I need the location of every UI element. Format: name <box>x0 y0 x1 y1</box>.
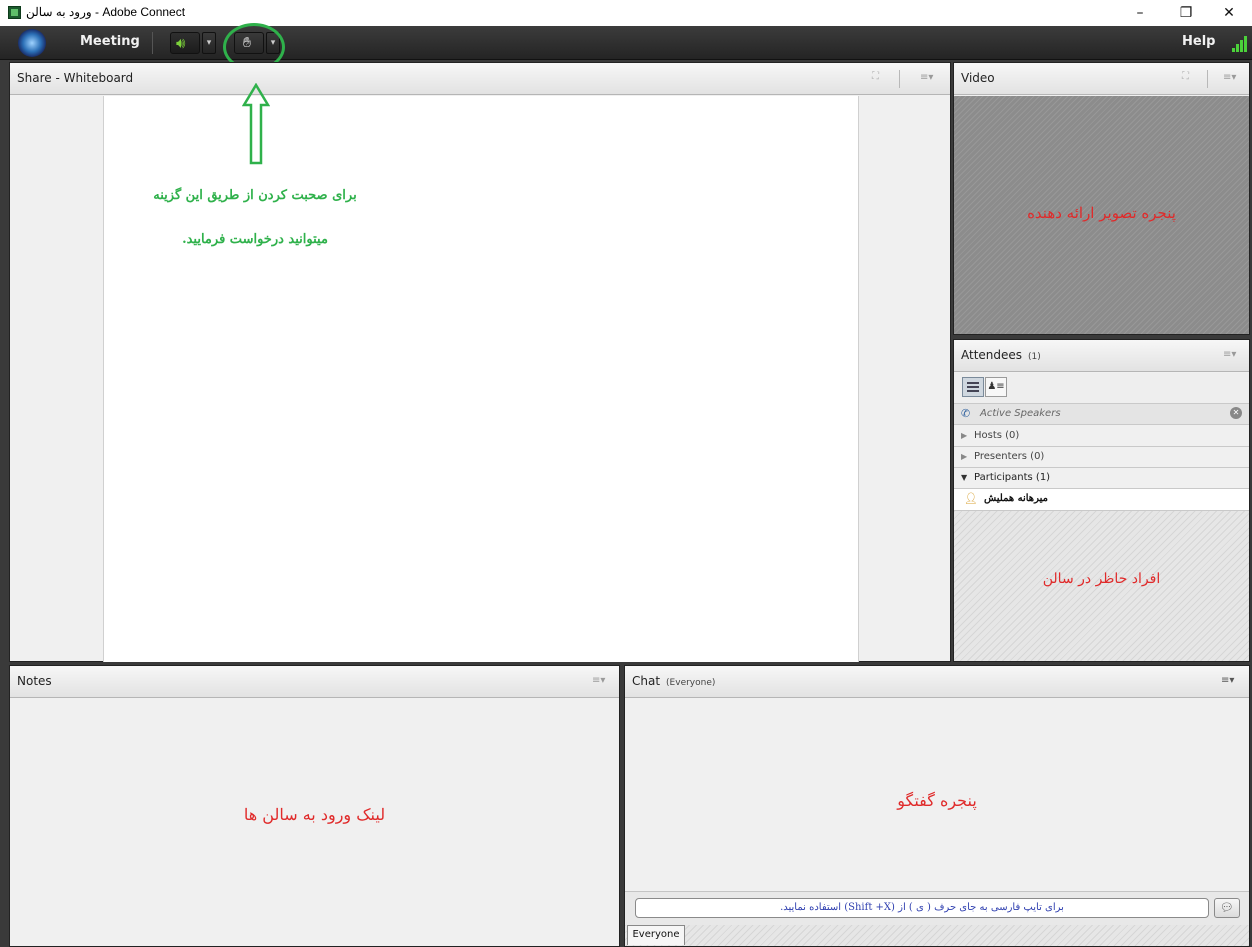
whiteboard-title: Share - Whiteboard <box>17 71 134 85</box>
chat-scope: (Everyone) <box>666 678 716 688</box>
attendees-pod: Attendees (1) ≡▾ ♟≡ ✆ Active Speakers ✕ ▶… <box>953 339 1250 662</box>
speaker-button[interactable]: 🔊︎ <box>170 32 200 54</box>
whiteboard-header: Share - Whiteboard ⛶ ≡▾ <box>10 63 950 95</box>
phone-icon: ✆ <box>961 407 971 420</box>
collapse-icon: ▼ <box>961 473 968 482</box>
hosts-label: Hosts (0) <box>974 430 1020 441</box>
expand-icon: ▶ <box>961 452 968 461</box>
participants-row[interactable]: ▼ Participants (1) <box>954 468 1249 489</box>
menu-bar: Meeting 🔊︎ ▾ ✋︎ ▾ Help <box>0 26 1252 60</box>
pod-options-icon[interactable]: ≡▾ <box>592 675 605 686</box>
notes-title: Notes <box>17 674 52 688</box>
chat-tabs-bar <box>625 925 1249 946</box>
participant-name: میرهانه هملیش <box>984 493 1048 504</box>
list-view-icon[interactable] <box>962 377 984 397</box>
chat-title-label: Chat <box>632 674 661 688</box>
menu-divider <box>152 32 153 54</box>
chat-header: Chat (Everyone) ≡▾ <box>625 666 1249 698</box>
pod-options-icon[interactable]: ≡▾ <box>1223 349 1236 360</box>
participants-label: Participants (1) <box>974 472 1051 483</box>
close-button[interactable]: ✕ <box>1206 2 1252 24</box>
chat-input[interactable]: برای تایپ فارسی به جای حرف ( ی ) از (Shi… <box>635 898 1209 918</box>
chat-title: Chat (Everyone) <box>632 674 715 688</box>
notes-header: Notes ≡▾ <box>10 666 619 698</box>
adobe-connect-logo <box>18 29 46 57</box>
presenters-label: Presenters (0) <box>974 451 1045 462</box>
video-header: Video ⛶ ≡▾ <box>954 63 1249 95</box>
attendee-view-icon[interactable]: ♟≡ <box>985 377 1007 397</box>
menu-help[interactable]: Help <box>1182 34 1215 49</box>
fullscreen-icon[interactable]: ⛶ <box>1182 71 1189 82</box>
chat-messages: پنجره گفتگو <box>625 699 1249 891</box>
attendees-annotation: افراد حاظر در سالن <box>1042 571 1161 587</box>
menu-meeting[interactable]: Meeting <box>80 34 140 49</box>
attendees-count: (1) <box>1028 352 1041 362</box>
whiteboard-annotation-line1: برای صحبت کردن از طریق این گزینه <box>153 188 357 203</box>
window-titlebar: ورود به سالن - Adobe Connect – ❐ ✕ <box>0 0 1252 26</box>
active-speakers-label: Active Speakers <box>980 408 1061 419</box>
whiteboard-annotation-line2: میتوانید درخواست فرمایید. <box>182 232 328 247</box>
speaker-icon: 🔊︎ <box>176 34 186 52</box>
speech-bubble-icon: 💬︎ <box>1220 901 1234 914</box>
video-annotation: پنجره تصویر ارائه دهنده <box>1027 204 1176 222</box>
notes-body[interactable]: لینک ورود به سالن ها <box>10 699 619 946</box>
pod-options-icon[interactable]: ≡▾ <box>1221 675 1234 686</box>
restore-button[interactable]: ❐ <box>1163 2 1209 24</box>
notes-annotation: لینک ورود به سالن ها <box>243 805 386 824</box>
header-divider <box>899 70 900 88</box>
speaker-dropdown-button[interactable]: ▾ <box>202 32 216 54</box>
active-speakers-row[interactable]: ✆ Active Speakers ✕ <box>954 404 1249 425</box>
chat-annotation: پنجره گفتگو <box>897 791 977 810</box>
fullscreen-icon[interactable]: ⛶ <box>872 71 879 82</box>
attendees-title: Attendees (1) <box>961 348 1041 362</box>
window-title: ورود به سالن - Adobe Connect <box>26 5 186 19</box>
participant-row[interactable]: 👤︎ میرهانه هملیش <box>954 489 1249 511</box>
header-divider <box>1207 70 1208 88</box>
whiteboard-canvas[interactable] <box>103 96 859 662</box>
chat-pod: Chat (Everyone) ≡▾ پنجره گفتگو برای تایپ … <box>624 665 1250 947</box>
tab-everyone[interactable]: Everyone <box>627 925 685 945</box>
video-pod: Video ⛶ ≡▾ پنجره تصویر ارائه دهنده <box>953 62 1250 335</box>
annotation-up-arrow-icon <box>242 83 270 165</box>
pod-options-icon[interactable]: ≡▾ <box>920 72 933 83</box>
minimize-button[interactable]: – <box>1117 2 1163 24</box>
pod-options-icon[interactable]: ≡▾ <box>1223 72 1236 83</box>
video-title: Video <box>961 71 995 85</box>
attendees-title-label: Attendees <box>961 348 1023 362</box>
video-area: پنجره تصویر ارائه دهنده <box>954 96 1249 334</box>
close-icon[interactable]: ✕ <box>1230 407 1242 419</box>
adobe-connect-icon <box>8 6 21 19</box>
hosts-row[interactable]: ▶ Hosts (0) <box>954 426 1249 447</box>
send-message-button[interactable]: 💬︎ <box>1214 898 1240 918</box>
whiteboard-pod: Share - Whiteboard ⛶ ≡▾ برای صحبت کردن ا… <box>9 62 951 662</box>
attendees-toolbar: ♟≡ <box>954 373 1249 404</box>
expand-icon: ▶ <box>961 431 968 440</box>
presenters-row[interactable]: ▶ Presenters (0) <box>954 447 1249 468</box>
notes-pod: Notes ≡▾ لینک ورود به سالن ها <box>9 665 620 947</box>
attendees-empty-area: افراد حاظر در سالن <box>954 511 1249 661</box>
connection-signal-icon <box>1232 36 1248 52</box>
attendees-header: Attendees (1) ≡▾ <box>954 340 1249 372</box>
user-icon: 👤︎ <box>964 492 978 505</box>
